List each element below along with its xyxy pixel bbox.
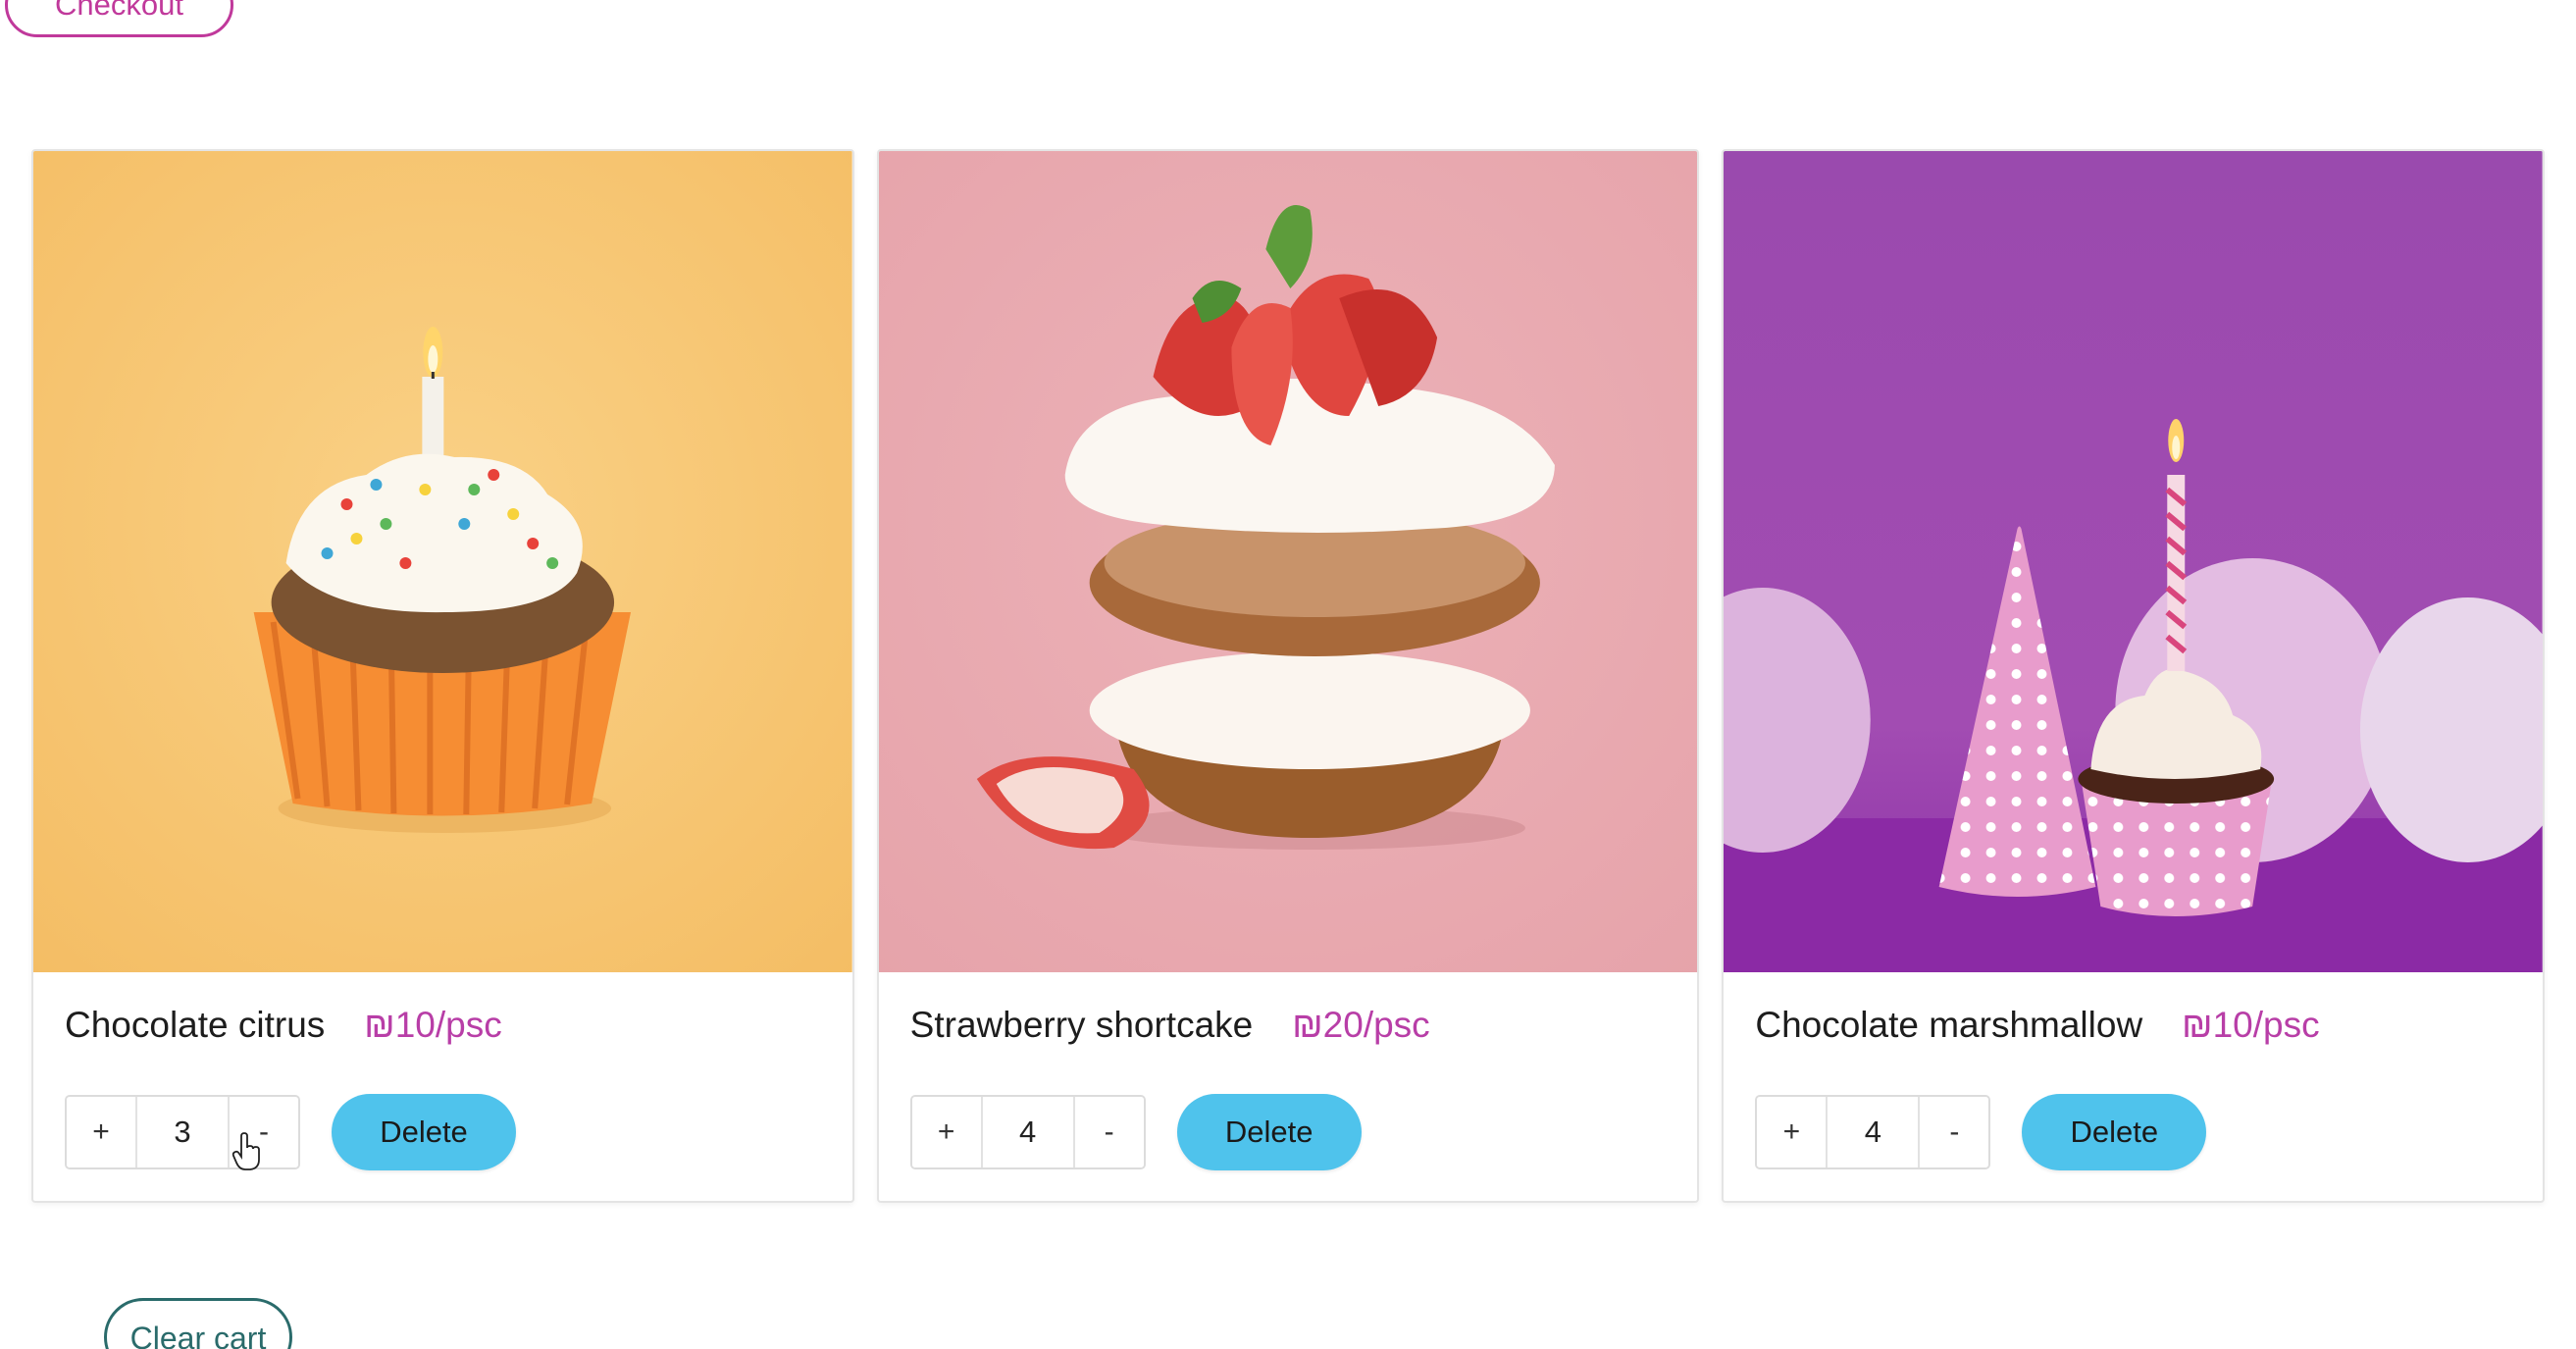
item-price: ₪20/psc	[1292, 1005, 1430, 1045]
decrement-button[interactable]: -	[230, 1097, 298, 1167]
product-image-chocolate-marshmallow	[1724, 151, 2544, 972]
item-name: Strawberry shortcake	[909, 1005, 1254, 1045]
cart-items-grid: Chocolate citrus ₪10/psc + 3 - Delete St…	[31, 149, 2546, 1203]
increment-button[interactable]: +	[67, 1097, 135, 1167]
checkout-button[interactable]: Checkout	[5, 0, 233, 37]
product-image-chocolate-citrus	[33, 151, 852, 972]
cart-item-card: Strawberry shortcake ₪20/psc + 4 - Delet…	[876, 149, 1700, 1203]
quantity-stepper: + 3 -	[65, 1095, 300, 1169]
item-name: Chocolate marshmallow	[1755, 1005, 2143, 1045]
quantity-stepper: + 4 -	[909, 1095, 1146, 1169]
cart-page: Checkout Chocolate citrus ₪10/psc + 3 - …	[0, 0, 2576, 1349]
delete-button[interactable]: Delete	[1176, 1094, 1362, 1170]
decrement-button[interactable]: -	[1920, 1097, 1989, 1167]
cart-item-card: Chocolate marshmallow ₪10/psc + 4 - Dele…	[1722, 149, 2546, 1203]
clear-cart-button[interactable]: Clear cart	[104, 1298, 292, 1349]
item-price: ₪10/psc	[364, 1005, 502, 1045]
product-image-strawberry-shortcake	[878, 151, 1698, 972]
delete-button[interactable]: Delete	[2022, 1094, 2207, 1170]
quantity-value: 4	[980, 1097, 1075, 1167]
increment-button[interactable]: +	[911, 1097, 981, 1167]
delete-button[interactable]: Delete	[332, 1094, 516, 1170]
decrement-button[interactable]: -	[1074, 1097, 1144, 1167]
quantity-stepper: + 4 -	[1755, 1095, 1991, 1169]
item-name: Chocolate citrus	[65, 1005, 326, 1045]
item-price: ₪10/psc	[2182, 1005, 2320, 1045]
quantity-value: 4	[1826, 1097, 1921, 1167]
increment-button[interactable]: +	[1757, 1097, 1827, 1167]
quantity-value: 3	[135, 1097, 230, 1167]
cart-item-card: Chocolate citrus ₪10/psc + 3 - Delete	[31, 149, 854, 1203]
